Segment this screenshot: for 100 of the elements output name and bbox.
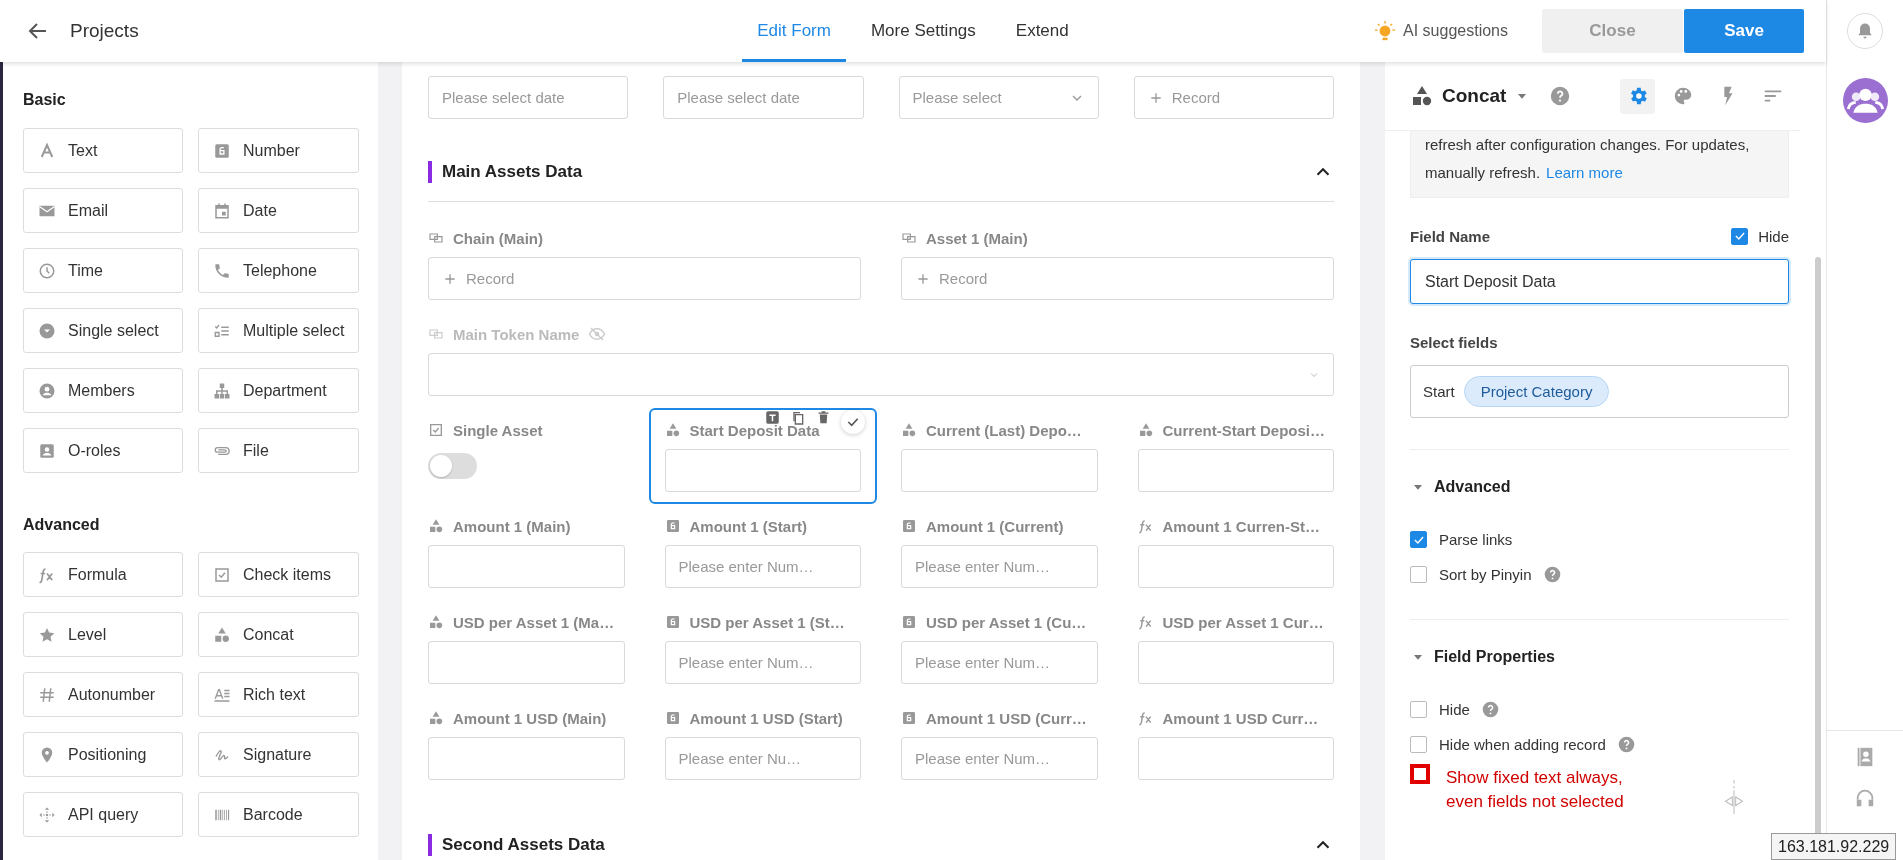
- field-type-button[interactable]: Autonumber: [23, 672, 183, 717]
- tab[interactable]: More Settings: [855, 0, 991, 62]
- confirm-button[interactable]: [841, 410, 865, 434]
- copy-icon[interactable]: [790, 410, 806, 426]
- field-type-button[interactable]: Single select: [23, 308, 183, 353]
- option-label: Hide when adding record: [1439, 736, 1606, 753]
- field-type-button[interactable]: Level: [23, 612, 183, 657]
- field-type-button[interactable]: Telephone: [198, 248, 359, 293]
- field-type-button[interactable]: Barcode: [198, 792, 359, 837]
- field-type-button[interactable]: Date: [198, 188, 359, 233]
- help-icon[interactable]: [1550, 86, 1571, 106]
- shapes-icon: [213, 625, 231, 644]
- letter-a-icon: [38, 141, 56, 160]
- text-field[interactable]: Please enter Num…: [901, 641, 1098, 684]
- dropdown-field[interactable]: [428, 353, 1334, 396]
- field-type-button[interactable]: Time: [23, 248, 183, 293]
- number-icon: [901, 710, 917, 726]
- checkbox[interactable]: [1410, 566, 1427, 583]
- select-fields-input[interactable]: Start Project Category: [1410, 365, 1789, 418]
- field-label: USD per Asset 1 Cur…: [1162, 613, 1324, 631]
- field-chip[interactable]: Project Category: [1463, 376, 1610, 407]
- section-title: Main Assets Data: [428, 161, 583, 183]
- field-name-label: Field Name: [1410, 227, 1491, 245]
- select-fields-label: Select fields: [1410, 333, 1498, 351]
- headset-icon[interactable]: [1854, 787, 1876, 809]
- number-icon: [664, 518, 681, 534]
- dropdown-circle-icon: [38, 321, 56, 340]
- text-field[interactable]: [1137, 449, 1334, 492]
- field-type-button[interactable]: Department: [198, 368, 359, 413]
- text-tool-icon[interactable]: [765, 410, 780, 425]
- field-label: Current-Start Deposi…: [1162, 421, 1326, 439]
- formula-icon: [38, 565, 56, 584]
- link-squares-icon: [428, 230, 444, 246]
- field-type-button[interactable]: Email: [23, 188, 183, 233]
- text-field[interactable]: Please enter Num…: [901, 545, 1098, 588]
- select-field[interactable]: Please select: [898, 76, 1099, 119]
- field-type-button[interactable]: Signature: [198, 732, 359, 777]
- checkbox[interactable]: [1410, 736, 1427, 753]
- field-type-button[interactable]: Number: [198, 128, 359, 173]
- text-field[interactable]: [428, 641, 625, 684]
- selected-field-card[interactable]: Start Deposit Data: [648, 408, 877, 504]
- number-icon: [901, 614, 917, 630]
- text-field[interactable]: [428, 737, 625, 780]
- toggle-switch[interactable]: [428, 453, 477, 479]
- help-icon[interactable]: [1543, 566, 1561, 583]
- ai-suggestions-link[interactable]: AI suggestions: [1403, 22, 1508, 40]
- field-type-button[interactable]: Positioning: [23, 732, 183, 777]
- checkbox[interactable]: [1410, 531, 1427, 548]
- date-field[interactable]: Please select date: [663, 76, 864, 119]
- text-field[interactable]: [1137, 545, 1334, 588]
- field-type-button[interactable]: Formula: [23, 552, 183, 597]
- annotation-text: Show fixed text always, even fields not selected: [1446, 767, 1625, 813]
- text-field[interactable]: [1137, 737, 1334, 780]
- group-header[interactable]: Advanced: [1410, 475, 1789, 499]
- hash-icon: [38, 685, 56, 704]
- trash-icon[interactable]: [816, 410, 831, 425]
- field-type-button[interactable]: API query: [23, 792, 183, 837]
- calendar-icon: [213, 201, 231, 220]
- notifications-button[interactable]: [1847, 13, 1883, 49]
- field-name-input[interactable]: Start Deposit Data: [1410, 259, 1789, 304]
- field-label: Amount 1 USD (Curr…: [926, 709, 1087, 727]
- annotation-box: [1410, 764, 1430, 784]
- checkbox[interactable]: [1731, 227, 1749, 245]
- avatar-icon[interactable]: [1842, 78, 1888, 123]
- field-label: USD per Asset 1 (Ma…: [453, 613, 615, 631]
- field-type-button[interactable]: File: [198, 428, 359, 473]
- formula-icon: [1137, 614, 1154, 630]
- text-field[interactable]: Please enter Num…: [664, 641, 861, 684]
- help-icon[interactable]: [1617, 736, 1635, 753]
- panel-tab[interactable]: [1620, 78, 1655, 114]
- date-field[interactable]: Please select date: [428, 76, 629, 119]
- text-field[interactable]: [1137, 641, 1334, 684]
- save-button[interactable]: Save: [1684, 9, 1804, 53]
- field-type-button[interactable]: Members: [23, 368, 183, 413]
- field-type-button[interactable]: Rich text: [198, 672, 359, 717]
- field-label: Chain (Main): [453, 229, 543, 247]
- field-type-button[interactable]: O-roles: [23, 428, 183, 473]
- shapes-icon: [664, 422, 681, 438]
- tooltip: 163.181.92.229: [1771, 833, 1897, 860]
- field-label: Amount 1 USD (Start): [689, 709, 843, 727]
- group-header[interactable]: Field Properties: [1410, 645, 1789, 669]
- field-type-dropdown[interactable]: Concat: [1434, 85, 1531, 107]
- field-label: Single Asset: [453, 421, 543, 439]
- hide-label: Hide: [1758, 227, 1789, 245]
- option-label: Sort by Pinyin: [1439, 566, 1532, 583]
- field-type-button[interactable]: Concat: [198, 612, 359, 657]
- text-field[interactable]: [428, 545, 625, 588]
- text-field[interactable]: Please enter Nu…: [664, 737, 861, 780]
- text-field[interactable]: [664, 449, 861, 492]
- field-label: Asset 1 (Main): [926, 229, 1028, 247]
- field-type-button[interactable]: Multiple select: [198, 308, 359, 353]
- help-icon[interactable]: [1481, 701, 1499, 718]
- lightbulb-icon[interactable]: [1375, 21, 1396, 41]
- field-type-button[interactable]: Check items: [198, 552, 359, 597]
- text-field[interactable]: Please enter Num…: [901, 737, 1098, 780]
- text-field[interactable]: [901, 449, 1098, 492]
- text-field[interactable]: Please enter Num…: [664, 545, 861, 588]
- field-type-button[interactable]: Text: [23, 128, 183, 173]
- tab[interactable]: Extend: [1000, 0, 1084, 62]
- checkbox[interactable]: [1410, 701, 1427, 718]
